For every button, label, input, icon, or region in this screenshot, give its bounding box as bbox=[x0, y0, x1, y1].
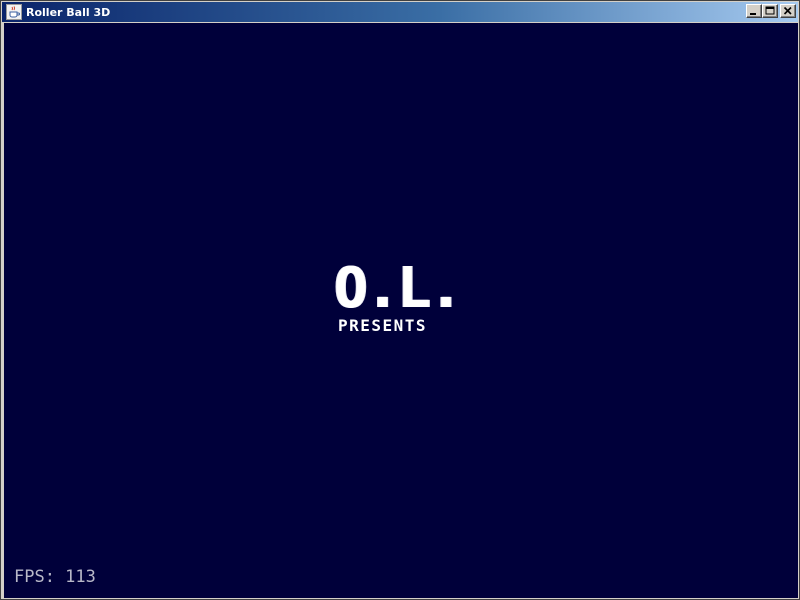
app-window: Roller Ball 3D O.L. PRESENTS FPS: 113 bbox=[0, 0, 800, 600]
title-bar[interactable]: Roller Ball 3D bbox=[2, 2, 798, 22]
minimize-button[interactable] bbox=[746, 4, 762, 18]
close-icon bbox=[783, 6, 792, 15]
window-controls bbox=[746, 4, 796, 18]
logo-title: O.L. bbox=[334, 256, 463, 321]
minimize-icon bbox=[750, 13, 756, 15]
game-canvas[interactable]: O.L. PRESENTS FPS: 113 bbox=[4, 23, 798, 598]
fps-counter: FPS: 113 bbox=[14, 567, 96, 587]
maximize-button[interactable] bbox=[762, 4, 778, 18]
java-cup-icon[interactable] bbox=[6, 4, 22, 20]
splash-logo: O.L. PRESENTS bbox=[334, 256, 479, 335]
close-button[interactable] bbox=[780, 4, 796, 18]
maximize-icon bbox=[765, 6, 775, 15]
window-title: Roller Ball 3D bbox=[26, 5, 111, 19]
